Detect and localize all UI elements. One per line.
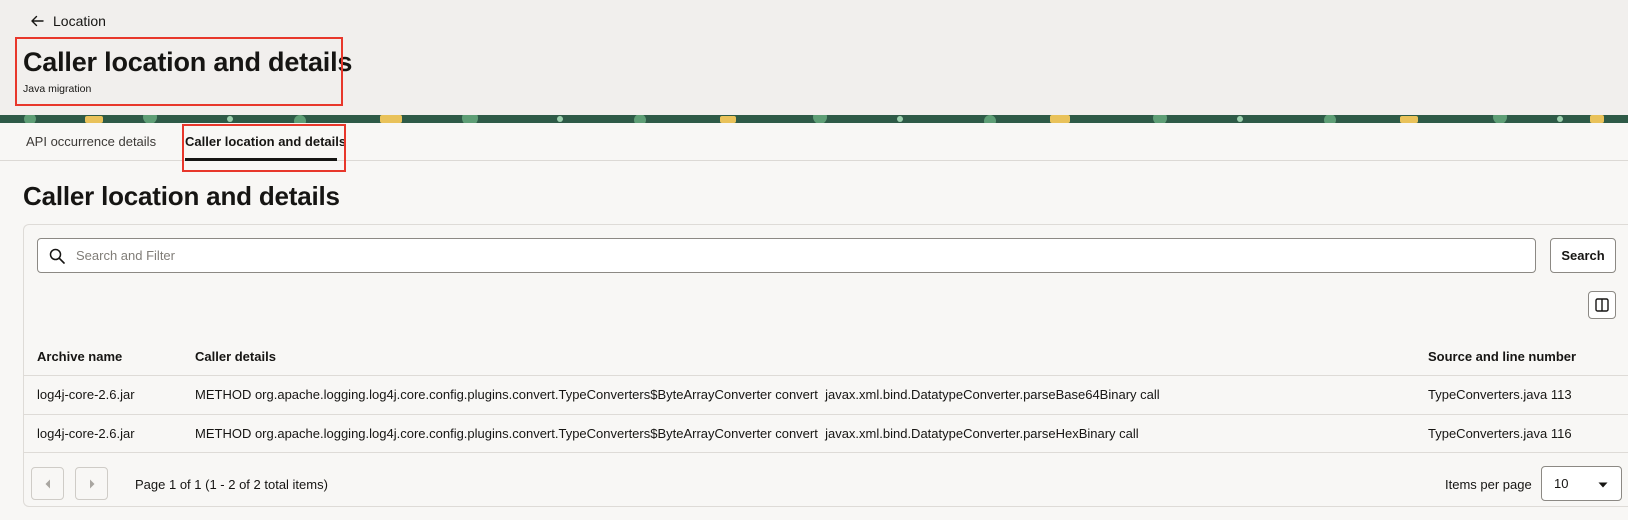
cell-caller-details: METHOD org.apache.logging.log4j.core.con… (195, 387, 1160, 402)
table-row[interactable]: log4j-core-2.6.jar METHOD org.apache.log… (24, 376, 1628, 414)
items-per-page-label: Items per page (1445, 477, 1532, 492)
highlight-box-title (15, 37, 343, 106)
items-per-page-value: 10 (1554, 476, 1569, 491)
decorative-banner (0, 115, 1628, 123)
table-divider (24, 452, 1628, 453)
tab-api-occurrence-details[interactable]: API occurrence details (26, 134, 156, 149)
cell-source-and-line-number: TypeConverters.java 116 (1428, 426, 1572, 441)
arrow-left-icon (31, 15, 44, 27)
section-title: Caller location and details (23, 181, 340, 211)
column-layout-icon (1595, 298, 1609, 312)
manage-columns-button[interactable] (1588, 291, 1616, 319)
highlight-box-tab (182, 124, 346, 172)
back-link-label: Location (53, 13, 106, 29)
search-field[interactable] (37, 238, 1536, 273)
search-icon (49, 248, 65, 264)
next-page-button[interactable] (75, 467, 108, 500)
cell-archive-name: log4j-core-2.6.jar (37, 387, 135, 402)
table-row[interactable]: log4j-core-2.6.jar METHOD org.apache.log… (24, 415, 1628, 453)
caret-down-icon (1598, 482, 1608, 488)
column-header-archive-name[interactable]: Archive name (37, 349, 122, 364)
cell-caller-details: METHOD org.apache.logging.log4j.core.con… (195, 426, 1139, 441)
column-header-source-and-line-number[interactable]: Source and line number (1428, 349, 1576, 364)
column-header-caller-details[interactable]: Caller details (195, 349, 276, 364)
cell-archive-name: log4j-core-2.6.jar (37, 426, 135, 441)
chevron-right-icon (89, 479, 94, 488)
cell-source-and-line-number: TypeConverters.java 113 (1428, 387, 1572, 402)
chevron-left-icon (45, 479, 50, 488)
back-link[interactable]: Location (30, 13, 106, 29)
pagination-summary: Page 1 of 1 (1 - 2 of 2 total items) (135, 477, 328, 492)
search-input[interactable] (76, 248, 1476, 263)
items-per-page-select[interactable]: 10 (1541, 466, 1622, 501)
previous-page-button[interactable] (31, 467, 64, 500)
search-button[interactable]: Search (1550, 238, 1616, 273)
